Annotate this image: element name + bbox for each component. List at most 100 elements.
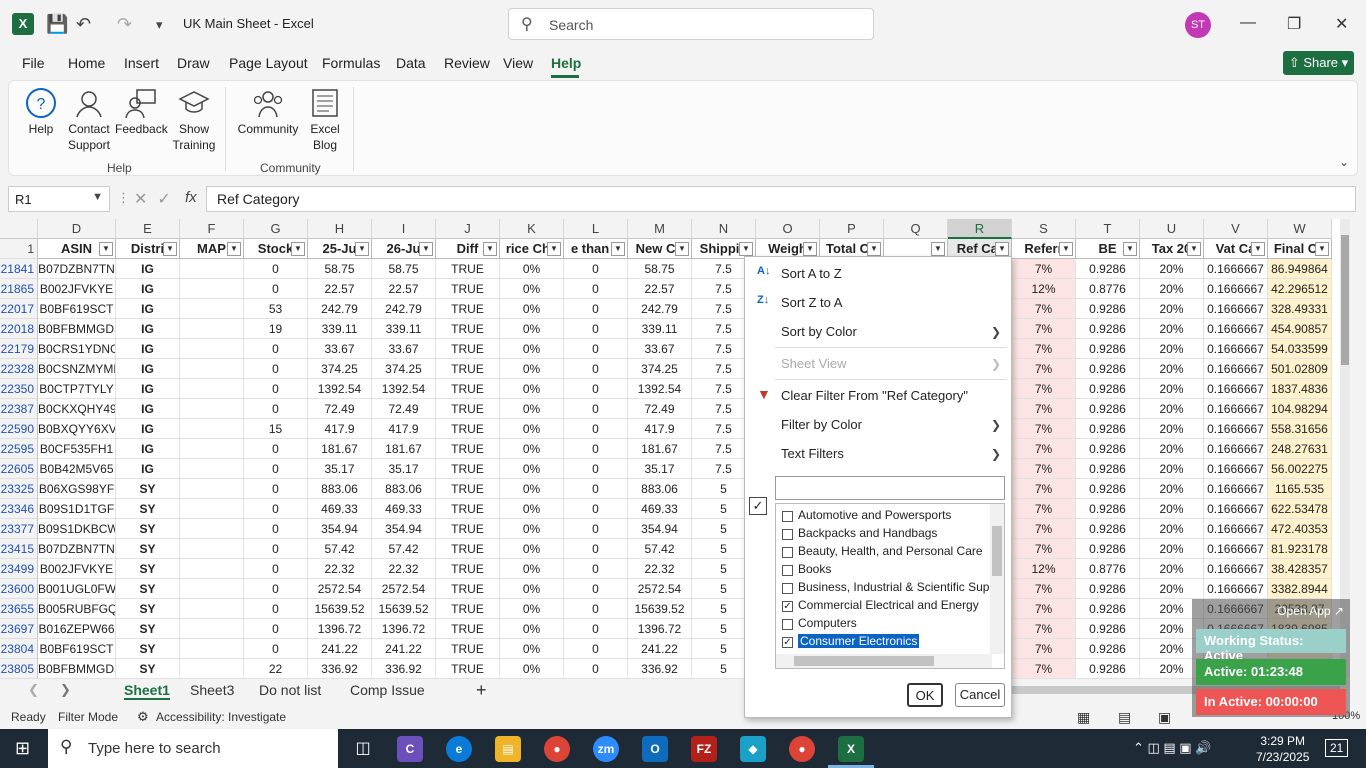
header-cell[interactable]: New Co ▼ — [628, 239, 692, 259]
row-header[interactable]: 22387 — [0, 399, 38, 419]
table-cell[interactable] — [180, 439, 244, 459]
table-cell[interactable]: 7% — [1012, 599, 1076, 619]
table-cell[interactable]: IG — [116, 279, 180, 299]
table-cell[interactable]: TRUE — [436, 279, 500, 299]
sheet-tab-sheet1[interactable]: Sheet1 — [124, 682, 170, 700]
table-cell[interactable]: 58.75 — [372, 259, 436, 279]
filter-dropdown-icon[interactable]: ▼ — [483, 242, 497, 256]
table-cell[interactable]: TRUE — [436, 639, 500, 659]
table-cell[interactable]: 19 — [244, 319, 308, 339]
table-cell[interactable]: 0 — [564, 559, 628, 579]
table-cell[interactable]: TRUE — [436, 559, 500, 579]
table-cell[interactable]: TRUE — [436, 319, 500, 339]
table-cell[interactable]: 0.1666667 — [1204, 339, 1268, 359]
table-cell[interactable]: B0CRS1YDNG — [38, 339, 116, 359]
table-cell[interactable]: 22.57 — [308, 279, 372, 299]
save-icon[interactable]: 💾 — [46, 14, 68, 35]
table-cell[interactable]: 0.1666667 — [1204, 479, 1268, 499]
table-cell[interactable]: 0 — [244, 499, 308, 519]
filter-dropdown-icon[interactable]: ▼ — [291, 242, 305, 256]
table-cell[interactable]: 558.31656 — [1268, 419, 1332, 439]
table-cell[interactable]: 72.49 — [308, 399, 372, 419]
sort-by-color[interactable]: Sort by Color — [781, 324, 857, 339]
filter-dropdown-icon[interactable]: ▼ — [1315, 242, 1329, 256]
filter-list-item[interactable]: Automotive and Powersports — [782, 508, 951, 522]
copilot-icon[interactable]: C — [397, 736, 423, 762]
column-header[interactable]: O — [756, 219, 820, 239]
table-cell[interactable]: 72.49 — [628, 399, 692, 419]
table-cell[interactable]: 22.57 — [628, 279, 692, 299]
table-cell[interactable]: 0% — [500, 279, 564, 299]
table-cell[interactable]: B09S1DKBCW — [38, 519, 116, 539]
select-all-corner[interactable] — [0, 219, 38, 239]
table-cell[interactable]: B0BFBMMGDS — [38, 319, 116, 339]
taskbar-search[interactable]: ⚲ Type here to search — [48, 729, 338, 768]
tab-review[interactable]: Review — [444, 55, 490, 71]
table-cell[interactable]: 248.27631 — [1268, 439, 1332, 459]
filter-list-item[interactable]: ✓ Consumer Electronics — [782, 634, 920, 648]
row-header[interactable]: 22590 — [0, 419, 38, 439]
table-cell[interactable]: 883.06 — [308, 479, 372, 499]
table-cell[interactable]: 242.79 — [628, 299, 692, 319]
column-header[interactable]: T — [1076, 219, 1140, 239]
tab-draw[interactable]: Draw — [177, 55, 210, 71]
table-cell[interactable]: 1396.72 — [628, 619, 692, 639]
column-header[interactable]: U — [1140, 219, 1204, 239]
checkbox-checked[interactable]: ✓ — [782, 637, 793, 648]
table-cell[interactable]: 417.9 — [628, 419, 692, 439]
filter-dropdown-icon[interactable]: ▼ — [611, 242, 625, 256]
outlook-icon[interactable]: O — [642, 736, 668, 762]
column-header[interactable]: E — [116, 219, 180, 239]
table-cell[interactable]: 104.98294 — [1268, 399, 1332, 419]
table-cell[interactable]: 417.9 — [308, 419, 372, 439]
table-cell[interactable]: 1165.535 — [1268, 479, 1332, 499]
sort-a-to-z[interactable]: Sort A to Z — [781, 266, 842, 281]
table-cell[interactable]: 3382.8944 — [1268, 579, 1332, 599]
table-cell[interactable]: 58.75 — [628, 259, 692, 279]
table-cell[interactable]: 0.1666667 — [1204, 319, 1268, 339]
table-cell[interactable]: 0 — [244, 259, 308, 279]
table-cell[interactable]: IG — [116, 299, 180, 319]
table-cell[interactable]: 0% — [500, 499, 564, 519]
table-cell[interactable]: 336.92 — [308, 659, 372, 679]
table-cell[interactable]: TRUE — [436, 599, 500, 619]
table-cell[interactable]: 22.32 — [308, 559, 372, 579]
table-cell[interactable]: 0 — [564, 299, 628, 319]
header-cell[interactable]: MAP ▼ — [180, 239, 244, 259]
table-cell[interactable]: 0% — [500, 559, 564, 579]
table-cell[interactable] — [180, 619, 244, 639]
table-cell[interactable]: 20% — [1140, 319, 1204, 339]
table-cell[interactable]: 501.02809 — [1268, 359, 1332, 379]
column-header[interactable]: M — [628, 219, 692, 239]
table-cell[interactable]: IG — [116, 319, 180, 339]
table-cell[interactable]: 242.79 — [308, 299, 372, 319]
row-header[interactable]: 22018 — [0, 319, 38, 339]
accessibility-icon[interactable]: ⚙ — [137, 709, 149, 725]
filter-dropdown-icon[interactable]: ▼ — [1251, 242, 1265, 256]
table-cell[interactable]: 454.90857 — [1268, 319, 1332, 339]
table-cell[interactable]: 339.11 — [628, 319, 692, 339]
table-cell[interactable]: TRUE — [436, 419, 500, 439]
header-cell[interactable]: 25-Ju ▼ — [308, 239, 372, 259]
table-cell[interactable]: TRUE — [436, 399, 500, 419]
table-cell[interactable]: 354.94 — [372, 519, 436, 539]
table-cell[interactable]: IG — [116, 359, 180, 379]
row-header[interactable]: 23600 — [0, 579, 38, 599]
table-cell[interactable]: 0 — [244, 619, 308, 639]
table-cell[interactable]: 0 — [564, 619, 628, 639]
table-cell[interactable]: 0% — [500, 319, 564, 339]
row-header[interactable]: 23499 — [0, 559, 38, 579]
filter-dropdown-icon[interactable]: ▼ — [739, 242, 753, 256]
table-cell[interactable]: TRUE — [436, 539, 500, 559]
row-header[interactable]: 23325 — [0, 479, 38, 499]
table-cell[interactable]: 2572.54 — [372, 579, 436, 599]
table-cell[interactable]: 0% — [500, 459, 564, 479]
collapse-ribbon-icon[interactable]: ⌄ — [1339, 155, 1349, 169]
column-header[interactable]: V — [1204, 219, 1268, 239]
table-cell[interactable]: 20% — [1140, 259, 1204, 279]
table-cell[interactable]: IG — [116, 379, 180, 399]
table-cell[interactable]: IG — [116, 339, 180, 359]
row-header[interactable]: 23655 — [0, 599, 38, 619]
table-cell[interactable]: TRUE — [436, 299, 500, 319]
table-cell[interactable]: 7% — [1012, 259, 1076, 279]
